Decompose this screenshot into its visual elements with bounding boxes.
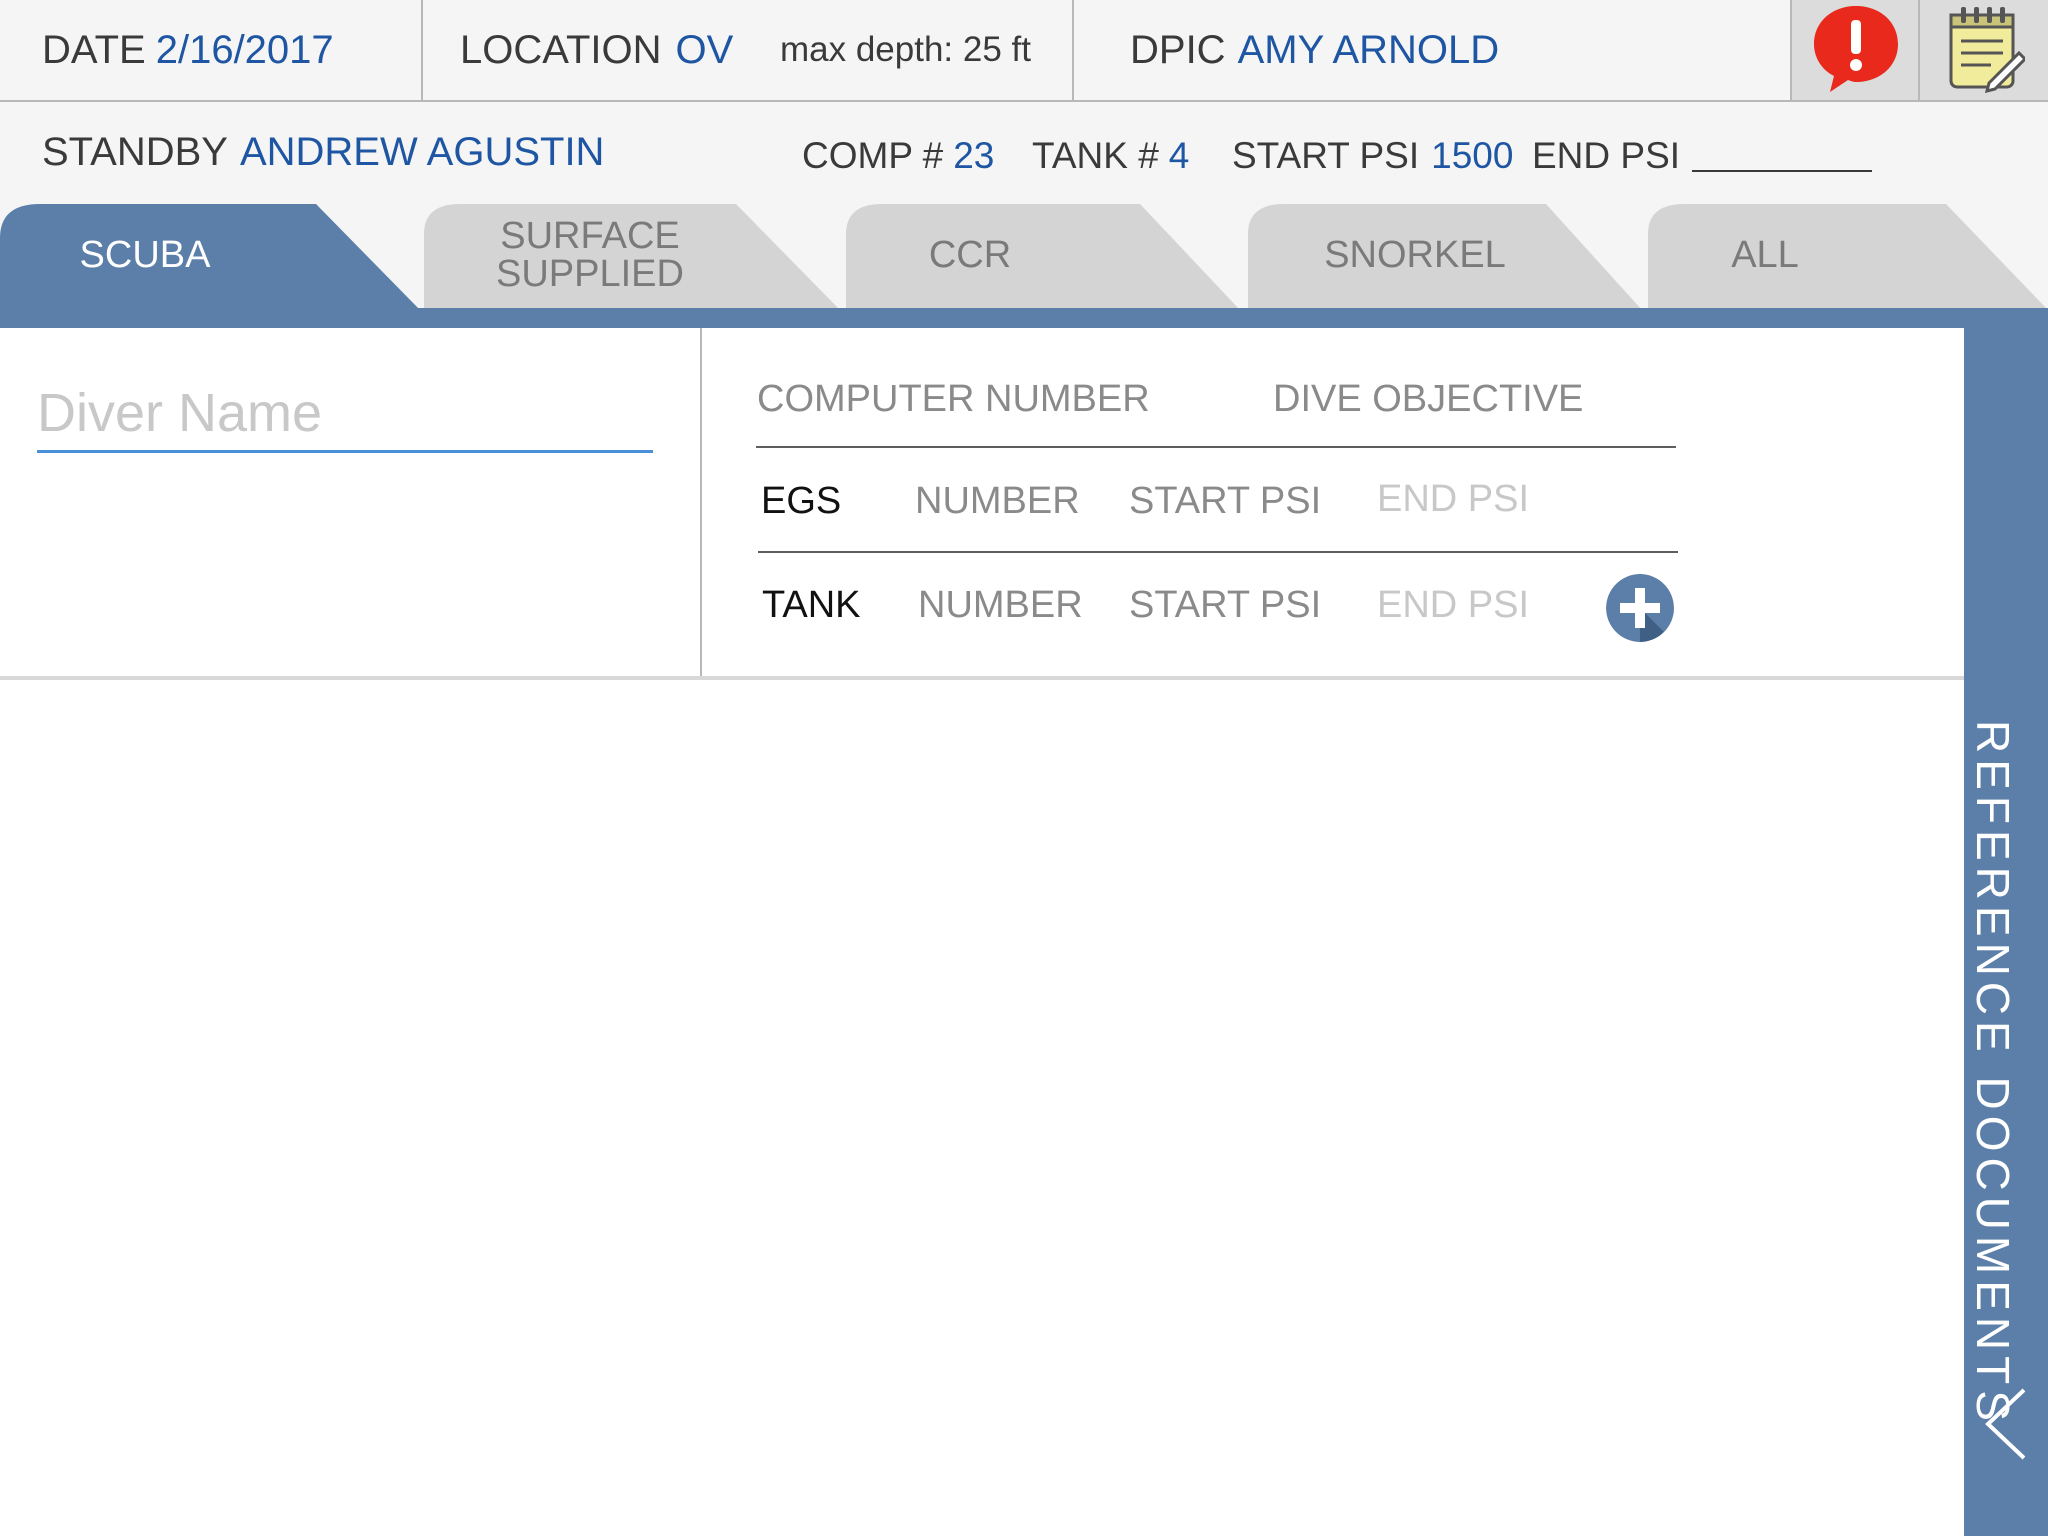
start-psi-field[interactable]: START PSI 1500	[1232, 106, 1513, 206]
diver-name-input[interactable]	[37, 376, 653, 453]
plus-icon	[1606, 574, 1674, 642]
date-label: DATE	[42, 27, 146, 72]
date-value: 2/16/2017	[155, 27, 334, 72]
dive-objective-field[interactable]: DIVE OBJECTIVE	[1273, 378, 1583, 421]
alert-button[interactable]	[1790, 0, 1920, 100]
egs-end-psi-field[interactable]: END PSI	[1377, 478, 1529, 521]
standby-value: ANDREW AGUSTIN	[239, 129, 605, 174]
tank-label: TANK	[762, 584, 861, 626]
tab-underline-strip	[0, 308, 2048, 328]
standby-label: STANDBY	[42, 129, 228, 174]
max-depth: max depth: 25 ft	[780, 30, 1031, 69]
egs-number-field[interactable]: NUMBER	[915, 480, 1080, 523]
location-value: OV	[675, 27, 734, 72]
alert-icon	[1808, 2, 1904, 99]
location-label: LOCATION	[460, 27, 662, 72]
tab-surface-supplied[interactable]: SURFACE SUPPLIED	[440, 202, 740, 308]
standby-field[interactable]: STANDBY ANDREW AGUSTIN	[42, 102, 604, 202]
egs-start-psi-field[interactable]: START PSI	[1129, 480, 1321, 523]
column-divider	[700, 328, 702, 676]
location-field[interactable]: LOCATION OV	[460, 0, 733, 100]
tank-end-psi-field[interactable]: END PSI	[1377, 584, 1529, 627]
computer-number-field[interactable]: COMPUTER NUMBER	[757, 378, 1150, 421]
header-divider	[1072, 0, 1074, 100]
tab-ccr[interactable]: CCR	[870, 202, 1070, 308]
dpic-value: AMY ARNOLD	[1237, 27, 1500, 72]
egs-label: EGS	[761, 480, 842, 522]
date-field[interactable]: DATE 2/16/2017	[42, 0, 334, 100]
start-psi-label: START PSI	[1232, 135, 1420, 176]
tab-all[interactable]: ALL	[1690, 202, 1840, 308]
add-tank-button[interactable]	[1606, 574, 1674, 642]
dpic-field[interactable]: DPIC AMY ARNOLD	[1130, 0, 1499, 100]
end-psi-blank[interactable]	[1692, 140, 1873, 172]
row-separator	[758, 551, 1678, 553]
dpic-label: DPIC	[1130, 27, 1226, 72]
comp-field[interactable]: COMP # 23	[802, 106, 994, 206]
comp-label: COMP #	[802, 135, 944, 176]
dive-entry-panel: COMPUTER NUMBER DIVE OBJECTIVE EGS NUMBE…	[0, 328, 1964, 1536]
tank-value: 4	[1168, 135, 1190, 176]
panel-bottom-divider	[0, 676, 1964, 680]
row-separator	[756, 446, 1676, 448]
end-psi-field[interactable]: END PSI	[1532, 106, 1873, 206]
chevron-left-icon[interactable]	[1980, 1384, 2030, 1464]
tank-field[interactable]: TANK # 4	[1032, 106, 1189, 206]
tank-label: TANK #	[1032, 135, 1159, 176]
tank-number-field[interactable]: NUMBER	[918, 584, 1083, 627]
reference-documents-label: REFERENCE DOCUMENTS	[1967, 720, 2019, 1427]
notepad-icon	[1945, 3, 2028, 98]
start-psi-value: 1500	[1431, 135, 1514, 176]
tab-snorkel[interactable]: SNORKEL	[1280, 202, 1550, 308]
tank-start-psi-field[interactable]: START PSI	[1129, 584, 1321, 627]
comp-value: 23	[953, 135, 995, 176]
header-divider	[421, 0, 423, 100]
end-psi-label: END PSI	[1532, 135, 1681, 176]
tab-scuba[interactable]: SCUBA	[0, 202, 290, 308]
notes-button[interactable]	[1918, 0, 2048, 100]
